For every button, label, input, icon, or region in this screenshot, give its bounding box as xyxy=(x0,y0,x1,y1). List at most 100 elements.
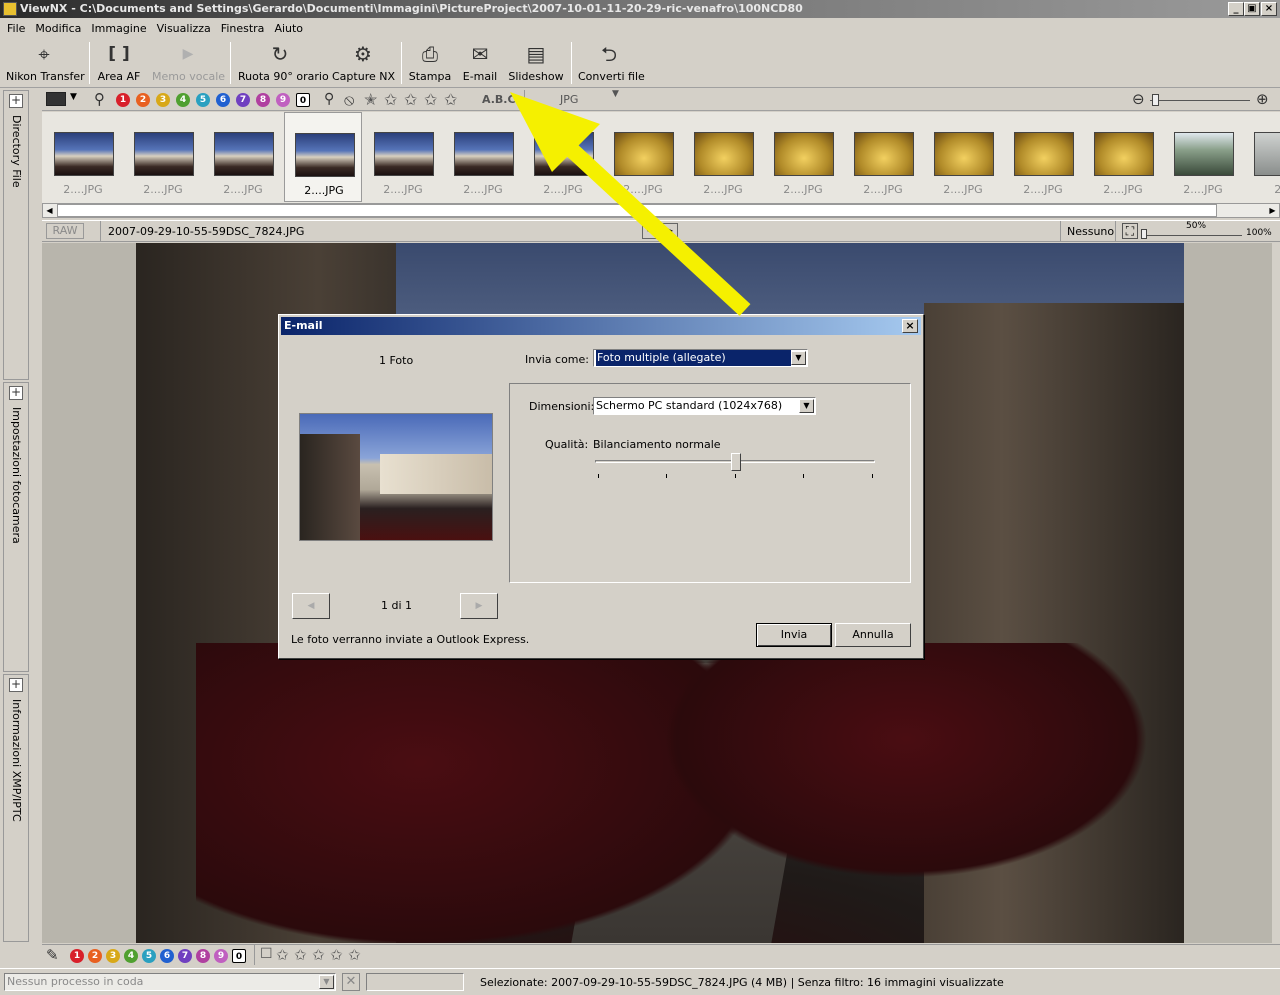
thumbnail-item[interactable]: 2....JPG xyxy=(604,112,682,202)
thumbnail-item[interactable]: 2....JPG xyxy=(1164,112,1242,202)
zoom-in-icon[interactable]: ⊕ xyxy=(1256,90,1269,108)
thumbnail-item[interactable]: 2....JPG xyxy=(1004,112,1082,202)
send-as-select[interactable]: Foto multiple (allegate) ▼ xyxy=(593,349,808,367)
voice-memo-button[interactable]: ▶ Memo vocale xyxy=(152,42,225,86)
expand-icon[interactable]: + xyxy=(9,94,23,108)
color-label-0-icon[interactable]: 0 xyxy=(232,949,246,963)
color-label-8-icon[interactable]: 8 xyxy=(196,949,210,963)
thumbnail-item[interactable]: 2....JPG xyxy=(924,112,1002,202)
maximize-button[interactable]: ▣ xyxy=(1244,2,1260,16)
thumbnail-item[interactable]: 2....JPG xyxy=(204,112,282,202)
thumbnail-item[interactable]: 2....JPG xyxy=(1084,112,1162,202)
scroll-right-icon[interactable]: ▶ xyxy=(1266,204,1279,217)
format-dropdown-arrow-icon[interactable]: ▼ xyxy=(612,89,619,99)
minimize-button[interactable]: _ xyxy=(1228,2,1244,16)
rating-clear-icon[interactable]: ☐ xyxy=(260,946,273,962)
expand-icon[interactable]: + xyxy=(9,386,23,400)
star-5-icon[interactable]: ✩ xyxy=(444,90,457,109)
scroll-left-icon[interactable]: ◀ xyxy=(43,204,56,217)
star-2-icon[interactable]: ✩ xyxy=(384,90,397,109)
print-button[interactable]: ⎙ Stampa xyxy=(408,42,452,86)
menu-aiuto[interactable]: Aiuto xyxy=(269,22,308,35)
image-zoom-slider[interactable] xyxy=(1141,229,1242,239)
panel-directory[interactable]: + Directory File xyxy=(3,90,29,380)
menu-visualizza[interactable]: Visualizza xyxy=(152,22,216,35)
menu-file[interactable]: File xyxy=(2,22,30,35)
send-button[interactable]: Invia xyxy=(756,623,832,647)
slider-thumb[interactable] xyxy=(731,453,741,471)
view-mode-icon[interactable] xyxy=(46,92,66,106)
star-3-icon[interactable]: ✩ xyxy=(404,90,417,109)
edit-label-icon[interactable]: ✎ xyxy=(46,946,59,964)
rating-star-2-icon[interactable]: ✩ xyxy=(294,946,307,964)
thumbnail-item[interactable]: 2....JPG xyxy=(844,112,922,202)
star-1-icon[interactable]: ✭ xyxy=(364,90,377,109)
close-window-button[interactable]: × xyxy=(1261,2,1277,16)
color-label-1-icon[interactable]: 1 xyxy=(116,93,130,107)
slideshow-button[interactable]: ▤ Slideshow xyxy=(508,42,564,86)
color-label-9-icon[interactable]: 9 xyxy=(214,949,228,963)
color-label-7-icon[interactable]: 7 xyxy=(236,93,250,107)
color-label-3-icon[interactable]: 3 xyxy=(156,93,170,107)
size-select[interactable]: Schermo PC standard (1024x768) ▼ xyxy=(593,397,816,415)
previous-image-icon[interactable]: ◀ xyxy=(642,223,658,239)
panel-camera-settings[interactable]: + Impostazioni fotocamera xyxy=(3,382,29,672)
thumbnail-scrollbar[interactable]: ◀ ▶ xyxy=(42,203,1280,218)
color-label-0-icon[interactable]: 0 xyxy=(296,93,310,107)
thumbnail-item[interactable]: 2....JPG xyxy=(764,112,842,202)
slider-thumb[interactable] xyxy=(1141,229,1147,239)
rating-filter-icon[interactable]: ⚲ xyxy=(324,91,334,107)
color-label-9-icon[interactable]: 9 xyxy=(276,93,290,107)
slider-thumb[interactable] xyxy=(1152,94,1159,106)
dropdown-arrow-icon[interactable]: ▼ xyxy=(70,92,77,102)
next-photo-button[interactable]: ▶ xyxy=(460,593,498,619)
cancel-button[interactable]: Annulla xyxy=(835,623,911,647)
rating-star-4-icon[interactable]: ✩ xyxy=(330,946,343,964)
thumbnail-item[interactable]: 2....JPG xyxy=(684,112,762,202)
previous-photo-button[interactable]: ◀ xyxy=(292,593,330,619)
thumbnail-item[interactable]: 2... xyxy=(1244,112,1280,202)
format-filter[interactable]: JPG xyxy=(560,93,578,106)
color-label-5-icon[interactable]: 5 xyxy=(142,949,156,963)
color-label-4-icon[interactable]: 4 xyxy=(124,949,138,963)
label-filter-icon[interactable]: ⚲ xyxy=(94,90,105,108)
no-rating-icon[interactable]: ⦸ xyxy=(344,90,354,110)
color-label-2-icon[interactable]: 2 xyxy=(136,93,150,107)
color-label-1-icon[interactable]: 1 xyxy=(70,949,84,963)
chevron-down-icon[interactable]: ▼ xyxy=(799,399,814,413)
area-af-button[interactable]: [ ] Area AF xyxy=(96,42,142,86)
star-4-icon[interactable]: ✩ xyxy=(424,90,437,109)
convert-file-button[interactable]: ⮌ Converti file xyxy=(578,42,645,86)
quality-slider[interactable] xyxy=(595,453,875,471)
fit-to-screen-icon[interactable]: ⛶ xyxy=(1122,223,1138,239)
color-label-3-icon[interactable]: 3 xyxy=(106,949,120,963)
thumbnail-item[interactable]: 2....JPG xyxy=(524,112,602,202)
rating-star-1-icon[interactable]: ✩ xyxy=(276,946,289,964)
thumbnail-item[interactable]: 2....JPG xyxy=(44,112,122,202)
cancel-process-icon[interactable]: ✕ xyxy=(342,973,360,991)
rotate-90-button[interactable]: ↻ Ruota 90° orario xyxy=(238,42,329,86)
rating-star-5-icon[interactable]: ✩ xyxy=(348,946,361,964)
nikon-transfer-button[interactable]: ⌖ Nikon Transfer xyxy=(6,42,85,86)
thumb-size-slider[interactable] xyxy=(1150,94,1250,106)
thumbnail-item[interactable]: 2....JPG xyxy=(364,112,442,202)
chevron-down-icon[interactable]: ▼ xyxy=(319,975,334,989)
panel-xmp-iptc[interactable]: + Informazioni XMP/IPTC xyxy=(3,674,29,942)
next-image-icon[interactable]: ▶ xyxy=(662,223,678,239)
zoom-out-icon[interactable]: ⊖ xyxy=(1132,90,1145,108)
color-label-7-icon[interactable]: 7 xyxy=(178,949,192,963)
rating-star-3-icon[interactable]: ✩ xyxy=(312,946,325,964)
dialog-close-button[interactable]: × xyxy=(902,319,918,333)
thumbnail-item[interactable]: 2....JPG xyxy=(284,112,362,202)
sort-order[interactable]: A.B.C xyxy=(482,93,516,106)
menu-immagine[interactable]: Immagine xyxy=(86,22,151,35)
color-label-2-icon[interactable]: 2 xyxy=(88,949,102,963)
process-queue-select[interactable]: Nessun processo in coda ▼ xyxy=(4,973,336,991)
color-label-8-icon[interactable]: 8 xyxy=(256,93,270,107)
email-button[interactable]: ✉ E-mail xyxy=(460,42,500,86)
scroll-thumb[interactable] xyxy=(57,204,1217,217)
color-label-5-icon[interactable]: 5 xyxy=(196,93,210,107)
color-label-6-icon[interactable]: 6 xyxy=(160,949,174,963)
expand-icon[interactable]: + xyxy=(9,678,23,692)
chevron-down-icon[interactable]: ▼ xyxy=(791,351,806,365)
